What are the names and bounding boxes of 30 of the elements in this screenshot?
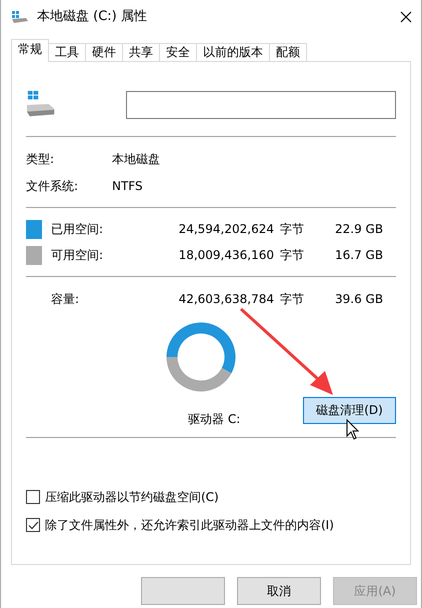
drive-name-field[interactable] — [126, 91, 396, 119]
size-value: 22.9 GB — [335, 221, 384, 238]
field-label: 容量: — [51, 291, 80, 308]
field-label: 已用空间: — [51, 221, 104, 238]
field-label: 可用空间: — [51, 247, 104, 264]
field-label: 文件系统: — [26, 178, 80, 194]
field-value: NTFS — [112, 178, 143, 194]
window-title: 本地磁盘 (C:) 属性 — [37, 8, 147, 26]
tab[interactable]: 常规 — [11, 39, 49, 62]
byte-count: 42,603,638,784 — [178, 291, 274, 308]
drive-icon — [11, 11, 29, 23]
drive-label: 驱动器 C: — [188, 411, 240, 428]
unit-label: 字节 — [280, 291, 305, 308]
byte-count: 18,009,436,160 — [178, 247, 274, 264]
checkbox[interactable] — [26, 518, 40, 532]
tab[interactable]: 配额 — [269, 43, 307, 62]
unit-label: 字节 — [280, 247, 305, 264]
mouse-cursor-icon — [346, 418, 360, 440]
checkbox-label: 压缩此驱动器以节约磁盘空间(C) — [45, 489, 219, 506]
size-value: 39.6 GB — [335, 291, 384, 308]
field-value: 本地磁盘 — [112, 150, 160, 168]
checkbox[interactable] — [26, 490, 40, 504]
dialog-button[interactable]: 取消 — [237, 577, 321, 605]
byte-count: 24,594,202,624 — [178, 221, 274, 238]
disk-cleanup-button[interactable]: 磁盘清理(D) — [303, 396, 396, 424]
unit-label: 字节 — [280, 221, 305, 238]
checkbox-label: 除了文件属性外，还允许索引此驱动器上文件的内容(I) — [45, 517, 334, 534]
field-label: 类型: — [26, 150, 56, 168]
close-icon — [400, 11, 412, 23]
size-value: 16.7 GB — [335, 247, 384, 264]
